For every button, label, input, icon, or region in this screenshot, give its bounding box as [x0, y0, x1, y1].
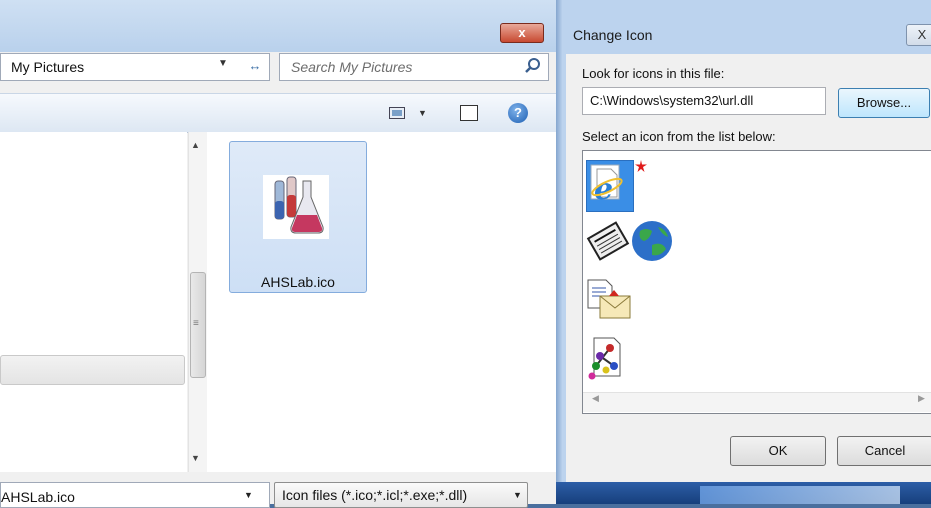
address-text: My Pictures: [11, 59, 85, 75]
mail-document-icon[interactable]: [586, 278, 632, 320]
file-type-value: Icon files (*.ico;*.icl;*.exe;*.dll): [282, 487, 468, 503]
preview-pane-icon[interactable]: [460, 105, 478, 121]
svg-text:e: e: [594, 172, 613, 207]
icon-list-horizontal-scrollbar[interactable]: [583, 392, 931, 412]
icon-file-path-value: C:\Windows\system32\url.dll: [590, 93, 754, 108]
browse-button[interactable]: Browse...: [838, 88, 930, 118]
change-icon-frame: [556, 0, 562, 504]
file-name-value: AHSLab.ico: [1, 489, 75, 505]
icon-list[interactable]: [582, 150, 931, 414]
views-dropdown-icon[interactable]: ▼: [418, 108, 427, 118]
look-for-icons-label: Look for icons in this file:: [582, 66, 725, 81]
file-name-input[interactable]: AHSLab.ico: [0, 482, 270, 508]
search-placeholder: Search My Pictures: [291, 59, 413, 75]
scroll-grip-icon: ≡: [193, 318, 199, 329]
internet-explorer-icon[interactable]: e: [589, 163, 629, 207]
cancel-button[interactable]: Cancel: [837, 436, 931, 466]
file-type-dropdown-icon[interactable]: ▼: [513, 490, 522, 500]
molecule-document-icon[interactable]: [586, 336, 626, 380]
navigation-pane[interactable]: [0, 132, 187, 472]
scroll-right-icon[interactable]: ▶: [918, 393, 925, 404]
open-dialog-close-button[interactable]: x: [500, 23, 544, 43]
help-icon[interactable]: ?: [508, 103, 528, 123]
lab-flask-icon: [263, 175, 329, 239]
open-dialog-titlebar: [0, 0, 556, 52]
scroll-down-icon[interactable]: ▼: [191, 453, 200, 463]
address-dropdown-icon[interactable]: ▼: [218, 58, 228, 69]
icon-file-path-input[interactable]: C:\Windows\system32\url.dll: [582, 87, 826, 115]
views-icon[interactable]: [389, 107, 405, 119]
navigation-selected-item[interactable]: [0, 355, 185, 385]
search-icon[interactable]: [524, 57, 542, 75]
address-bar[interactable]: My Pictures: [0, 53, 270, 81]
file-name-label: AHSLab.ico: [261, 274, 335, 290]
scroll-up-icon[interactable]: ▲: [191, 140, 200, 150]
ok-button[interactable]: OK: [730, 436, 826, 466]
change-icon-close-button[interactable]: X: [906, 24, 931, 46]
taskbar-button[interactable]: [700, 486, 900, 504]
newspaper-globe-icon[interactable]: [586, 219, 678, 263]
file-type-select[interactable]: Icon files (*.ico;*.icl;*.exe;*.dll): [274, 482, 528, 508]
shortcut-star-icon: [635, 160, 647, 172]
select-icon-label: Select an icon from the list below:: [582, 129, 776, 144]
scroll-left-icon[interactable]: ◀: [592, 393, 599, 404]
change-icon-title: Change Icon: [573, 27, 653, 43]
refresh-icon[interactable]: ↔: [238, 55, 272, 77]
file-name-dropdown-icon[interactable]: ▼: [244, 490, 253, 500]
search-input[interactable]: Search My Pictures: [279, 53, 549, 81]
